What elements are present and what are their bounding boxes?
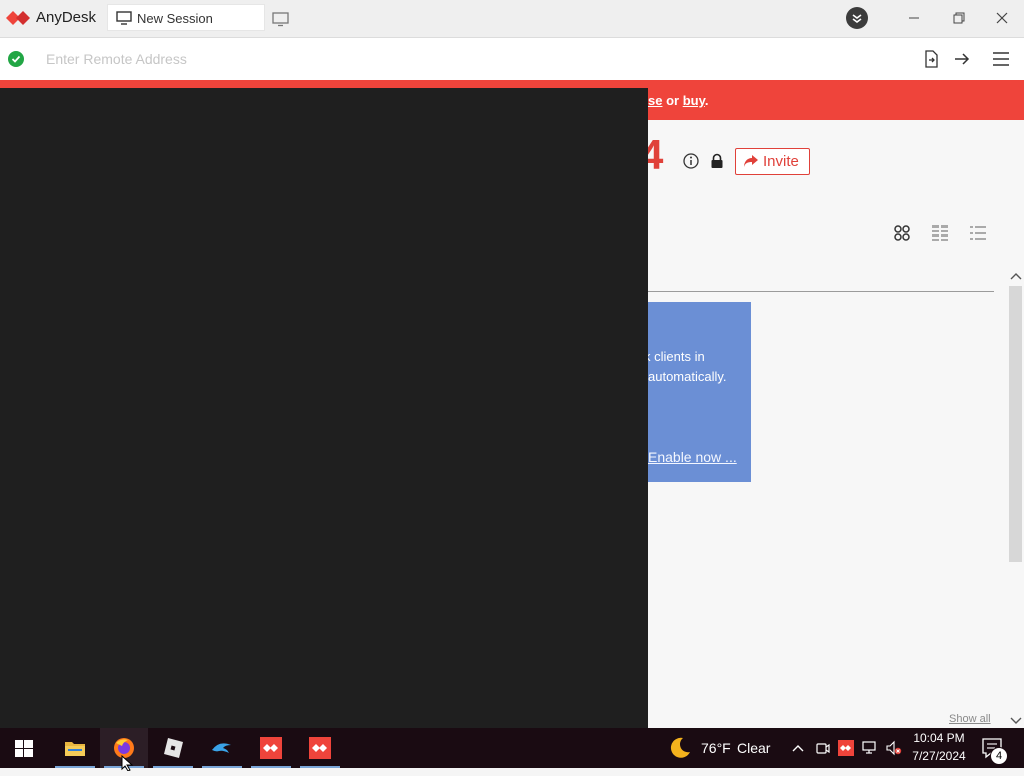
license-link[interactable]: se xyxy=(648,93,662,108)
app-name: AnyDesk xyxy=(36,9,97,26)
scroll-down-icon[interactable] xyxy=(1009,714,1023,726)
folder-icon xyxy=(64,737,86,759)
promo-line: automatically. xyxy=(648,369,727,384)
mouse-cursor-icon xyxy=(121,754,135,772)
section-divider xyxy=(648,291,994,292)
close-icon xyxy=(996,12,1008,24)
banner-period: . xyxy=(704,93,709,108)
details-view-icon[interactable] xyxy=(931,224,949,242)
dolphin-icon xyxy=(211,737,233,759)
banner-or: or xyxy=(662,93,683,108)
connection-status-icon xyxy=(8,51,24,67)
restore-icon xyxy=(953,12,965,24)
weather-condition[interactable]: Clear xyxy=(737,740,770,756)
taskbar-file-explorer[interactable] xyxy=(51,728,99,768)
anydesk-logo-icon xyxy=(6,9,32,27)
weather-temperature[interactable]: 76°F xyxy=(701,740,731,756)
notification-count-badge: 4 xyxy=(990,747,1008,765)
remote-address-input[interactable] xyxy=(34,44,914,74)
network-icon[interactable] xyxy=(862,740,878,756)
monitor-icon xyxy=(116,11,132,25)
address-toolbar xyxy=(0,38,1024,81)
title-bar: AnyDesk New Session xyxy=(0,0,1024,38)
new-tab-icon[interactable] xyxy=(272,11,290,27)
chevron-down-icon xyxy=(852,14,862,23)
minimize-button[interactable] xyxy=(903,8,925,28)
tab-label: New Session xyxy=(137,11,213,26)
lock-icon[interactable] xyxy=(710,153,724,169)
share-arrow-icon xyxy=(743,154,759,168)
dark-overlay-window xyxy=(0,88,648,728)
taskbar-dolphin[interactable] xyxy=(198,728,246,768)
scrollbar-thumb[interactable] xyxy=(1009,286,1022,562)
clock-date[interactable]: 7/27/2024 xyxy=(907,749,971,763)
banner-text: se or buy. xyxy=(648,93,708,108)
taskbar-roblox[interactable] xyxy=(149,728,197,768)
roblox-icon xyxy=(162,737,184,759)
buy-link[interactable]: buy xyxy=(683,93,705,108)
minimize-icon xyxy=(909,17,919,19)
volume-muted-icon[interactable] xyxy=(886,740,902,756)
hamburger-menu-icon[interactable] xyxy=(991,50,1011,68)
anydesk-icon xyxy=(309,737,331,759)
taskbar-anydesk[interactable] xyxy=(296,728,344,768)
promo-card: k clients in automatically. Enable now .… xyxy=(648,302,751,482)
tab-new-session[interactable]: New Session xyxy=(107,4,265,31)
tiles-view-icon[interactable] xyxy=(893,224,911,242)
download-button[interactable] xyxy=(846,7,868,29)
chevron-up-icon[interactable] xyxy=(790,740,806,756)
meet-now-icon[interactable] xyxy=(815,740,831,756)
invite-button[interactable]: Invite xyxy=(735,148,810,175)
scroll-up-icon[interactable] xyxy=(1009,269,1023,281)
anydesk-tray-icon[interactable] xyxy=(838,740,854,756)
windows-logo-icon xyxy=(15,740,33,757)
enable-now-link[interactable]: Enable now ... xyxy=(648,449,737,465)
file-transfer-icon[interactable] xyxy=(922,50,940,68)
start-button[interactable] xyxy=(0,728,48,768)
connect-arrow-icon[interactable] xyxy=(952,50,972,68)
taskbar: 76°F Clear 10:04 PM 7/27/2024 4 xyxy=(0,728,1024,768)
taskbar-anydesk[interactable] xyxy=(247,728,295,768)
clock-time[interactable]: 10:04 PM xyxy=(907,731,971,745)
list-view-icon[interactable] xyxy=(969,224,987,242)
promo-line: k clients in xyxy=(648,349,705,364)
info-icon[interactable] xyxy=(683,153,699,169)
anydesk-icon xyxy=(260,737,282,759)
show-all-link[interactable]: Show all xyxy=(949,713,991,725)
close-button[interactable] xyxy=(991,8,1013,28)
restore-button[interactable] xyxy=(948,8,970,28)
invite-label: Invite xyxy=(763,153,799,170)
moon-icon[interactable] xyxy=(668,736,692,760)
